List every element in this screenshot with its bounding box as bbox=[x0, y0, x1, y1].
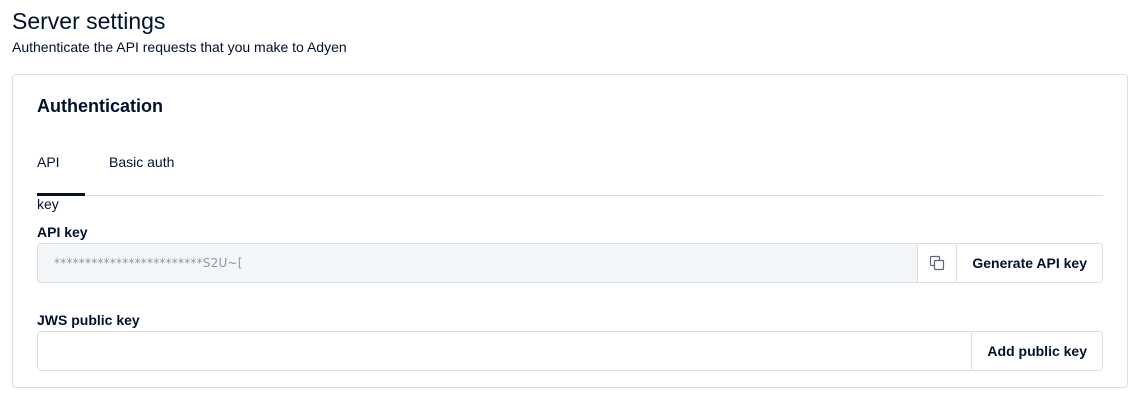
page-title: Server settings bbox=[12, 8, 166, 34]
copy-button[interactable] bbox=[917, 244, 957, 282]
authentication-card: Authentication API key Basic auth API ke… bbox=[12, 74, 1128, 388]
api-key-value: ************************S2U~[ bbox=[38, 244, 918, 282]
copy-icon bbox=[929, 255, 945, 271]
api-key-field: ************************S2U~[ Generate A… bbox=[37, 243, 1103, 283]
api-key-label: API key bbox=[37, 224, 88, 240]
generate-api-key-button[interactable]: Generate API key bbox=[956, 244, 1102, 282]
add-public-key-button[interactable]: Add public key bbox=[971, 332, 1102, 370]
auth-tabs: API key Basic auth bbox=[37, 141, 1103, 212]
page-subtitle: Authenticate the API requests that you m… bbox=[12, 39, 347, 55]
tab-basic-auth[interactable]: Basic auth bbox=[109, 141, 174, 195]
jws-public-key-field: Add public key bbox=[37, 331, 1103, 371]
card-title: Authentication bbox=[37, 96, 163, 116]
jws-public-key-input[interactable] bbox=[38, 332, 972, 370]
tab-api-key[interactable]: API key bbox=[37, 141, 85, 212]
jws-public-key-label: JWS public key bbox=[37, 312, 140, 328]
